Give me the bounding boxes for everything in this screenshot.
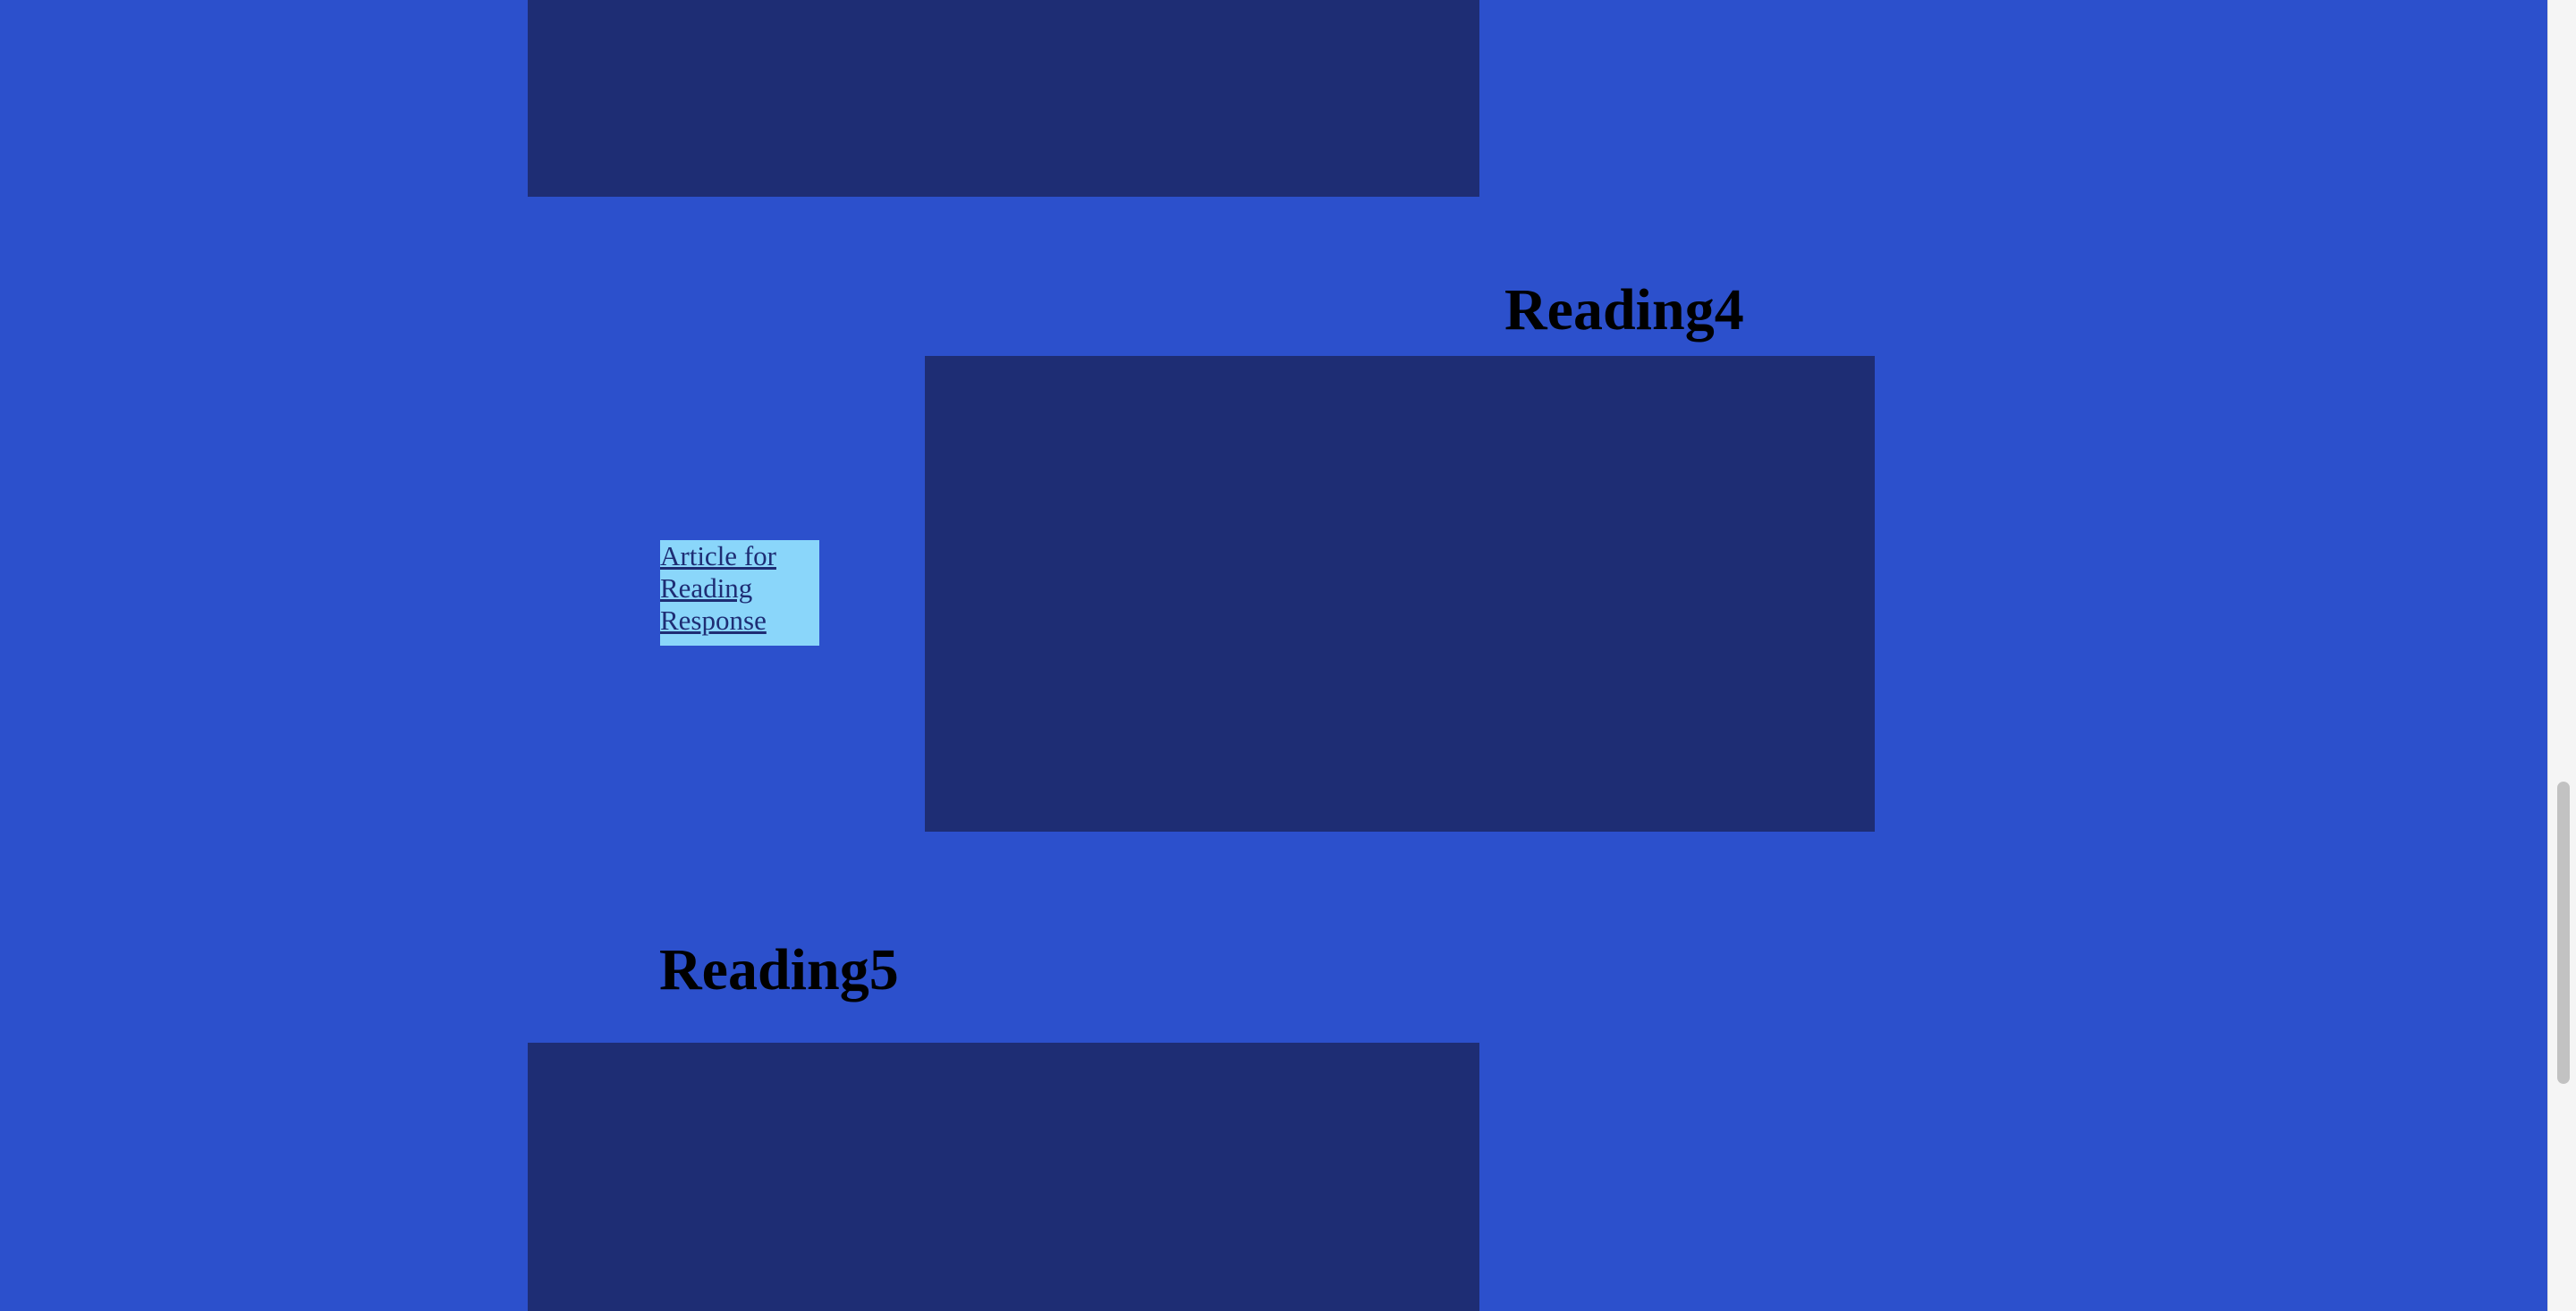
- reading5-heading: Reading5: [659, 937, 899, 1002]
- vertical-scrollbar[interactable]: [2547, 0, 2576, 1311]
- reading4-heading: Reading4: [1504, 277, 1744, 343]
- article-link-box: Article for Reading Response: [660, 540, 819, 646]
- article-for-reading-response-link[interactable]: Article for Reading Response: [660, 540, 819, 637]
- reading5-media-panel: [528, 1043, 1479, 1311]
- reading4-media-panel: [925, 356, 1875, 832]
- page-background: Reading4 Article for Reading Response Re…: [0, 0, 2547, 1311]
- scrollbar-thumb[interactable]: [2557, 782, 2570, 1084]
- reading3-media-panel: [528, 0, 1479, 197]
